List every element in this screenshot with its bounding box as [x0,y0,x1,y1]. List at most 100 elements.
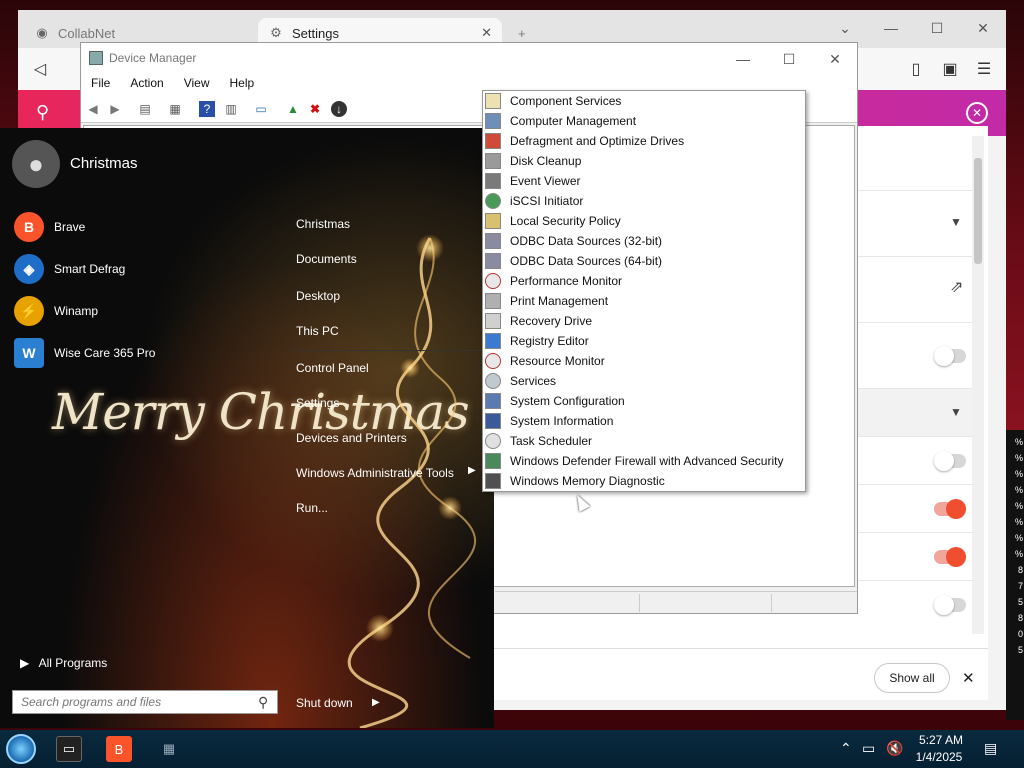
search-clear-icon[interactable]: ✕ [966,102,988,124]
start-button[interactable] [6,734,36,764]
menu-file[interactable]: File [81,73,120,95]
place-desktop[interactable]: Desktop [296,289,340,303]
toggle-switch-5[interactable] [934,595,966,615]
wise-care-icon: W [14,338,44,368]
volume-muted-icon[interactable]: 🔇 [886,740,903,757]
menu-item-defender-firewall[interactable]: Windows Defender Firewall with Advanced … [485,451,803,471]
minimize-button[interactable]: — [729,49,757,69]
place-this-pc[interactable]: This PC [296,324,339,338]
cmd-icon[interactable]: ▭ [56,736,82,762]
all-programs-label: All Programs [38,656,108,670]
properties-icon[interactable]: ▦ [167,101,183,117]
menu-action[interactable]: Action [120,73,173,95]
shutdown-button[interactable]: Shut down [296,696,353,710]
toggle-switch-4[interactable] [934,547,966,567]
network-icon[interactable]: ▭ [862,740,875,757]
shutdown-options-icon[interactable]: ▶ [372,697,380,708]
place-run[interactable]: Run... [296,501,328,515]
odbc-icon [485,233,501,249]
download-icon[interactable]: ↓ [331,101,347,117]
scan-hardware-icon[interactable]: ▭ [253,101,269,117]
menu-item-resource-monitor[interactable]: Resource Monitor [485,351,803,371]
show-hide-tree-icon[interactable]: ▤ [137,101,153,117]
maximize-button[interactable]: ☐ [922,16,952,40]
menu-item-local-security-policy[interactable]: Local Security Policy [485,211,803,231]
place-admin-tools[interactable]: Windows Administrative Tools [296,466,454,480]
pinned-brave[interactable]: B Brave [14,212,85,242]
menu-item-print-management[interactable]: Print Management [485,291,803,311]
show-hidden-icons-icon[interactable]: ⌃ [840,740,852,757]
clock-date[interactable]: 1/4/2025 [908,750,970,764]
menu-item-system-information[interactable]: System Information [485,411,803,431]
menu-item-event-viewer[interactable]: Event Viewer [485,171,803,191]
menu-item-odbc-32[interactable]: ODBC Data Sources (32-bit) [485,231,803,251]
toggle-switch-2[interactable] [934,451,966,471]
all-programs-button[interactable]: ▶ All Programs [20,656,107,670]
forward-arrow-icon[interactable]: ▶ [107,101,123,117]
update-driver-icon[interactable]: ▲ [285,101,301,117]
network-computer-icon[interactable]: ▦ [156,736,182,762]
close-button[interactable]: ✕ [821,49,849,69]
pinned-smart-defrag[interactable]: ◈ Smart Defrag [14,254,125,284]
show-all-button[interactable]: Show all [874,663,950,693]
component-services-icon [485,93,501,109]
menu-item-services[interactable]: Services [485,371,803,391]
menu-help[interactable]: Help [220,73,265,95]
brave-icon: B [14,212,44,242]
toggle-switch-1[interactable] [934,346,966,366]
menu-item-system-configuration[interactable]: System Configuration [485,391,803,411]
close-button[interactable]: ✕ [968,16,998,40]
user-avatar[interactable]: ● [12,140,60,188]
menu-item-computer-management[interactable]: Computer Management [485,111,803,131]
menu-item-disk-cleanup[interactable]: Disk Cleanup [485,151,803,171]
back-arrow-icon[interactable]: ◀ [85,101,101,117]
place-settings[interactable]: Settings [296,396,339,410]
menu-item-memory-diagnostic[interactable]: Windows Memory Diagnostic [485,471,803,491]
menu-item-task-scheduler[interactable]: Task Scheduler [485,431,803,451]
computer-management-icon [485,113,501,129]
sidebar-icon[interactable]: ▯ [904,58,928,80]
toggle-switch-3[interactable] [934,499,966,519]
tab-search-button[interactable]: ⌄ [830,16,860,40]
brave-icon[interactable]: B [106,736,132,762]
menu-item-iscsi[interactable]: iSCSI Initiator [485,191,803,211]
place-devices-printers[interactable]: Devices and Printers [296,431,407,445]
uninstall-icon[interactable]: ✖ [307,101,323,117]
menu-item-odbc-64[interactable]: ODBC Data Sources (64-bit) [485,251,803,271]
clock-time[interactable]: 5:27 AM [912,733,970,747]
start-search-input[interactable]: Search programs and files [12,690,278,714]
divider [292,350,492,351]
place-documents[interactable]: Documents [296,252,357,266]
window-title: Device Manager [109,51,197,65]
start-menu: ● Christmas B Brave ◈ Smart Defrag ⚡ Win… [0,128,494,728]
help-icon[interactable]: ? [199,101,215,117]
chevron-right-icon: ▶ [20,656,30,670]
external-link-icon[interactable]: ⇗ [950,277,963,297]
pinned-label: Brave [54,220,86,234]
menu-item-registry-editor[interactable]: Registry Editor [485,331,803,351]
place-christmas[interactable]: Christmas [296,217,350,231]
pinned-winamp[interactable]: ⚡ Winamp [14,296,98,326]
place-control-panel[interactable]: Control Panel [296,361,369,375]
close-icon[interactable]: ✕ [962,669,975,687]
settings-scrollbar[interactable] [972,136,984,634]
services-gear-icon [485,373,501,389]
back-button[interactable]: ◁ [28,58,52,80]
notifications-icon[interactable]: ▤ [984,740,997,757]
tab-close-button[interactable]: ✕ [481,25,492,41]
scrollbar-thumb[interactable] [974,158,982,264]
wallet-icon[interactable]: ▣ [938,58,962,80]
minimize-button[interactable]: — [876,16,906,40]
menu-item-performance-monitor[interactable]: Performance Monitor [485,271,803,291]
gadget-readout: 7 [1017,581,1023,591]
maximize-button[interactable]: ☐ [775,49,803,69]
menu-item-defragment[interactable]: Defragment and Optimize Drives [485,131,803,151]
menu-view[interactable]: View [174,73,220,95]
pinned-wise-care[interactable]: W Wise Care 365 Pro [14,338,155,368]
chevron-down-icon: ▼ [950,405,962,419]
menu-item-recovery-drive[interactable]: Recovery Drive [485,311,803,331]
view-icon[interactable]: ▥ [223,101,239,117]
menu-item-component-services[interactable]: Component Services [485,91,803,111]
user-name[interactable]: Christmas [70,155,138,172]
menu-button[interactable]: ☰ [972,58,996,80]
